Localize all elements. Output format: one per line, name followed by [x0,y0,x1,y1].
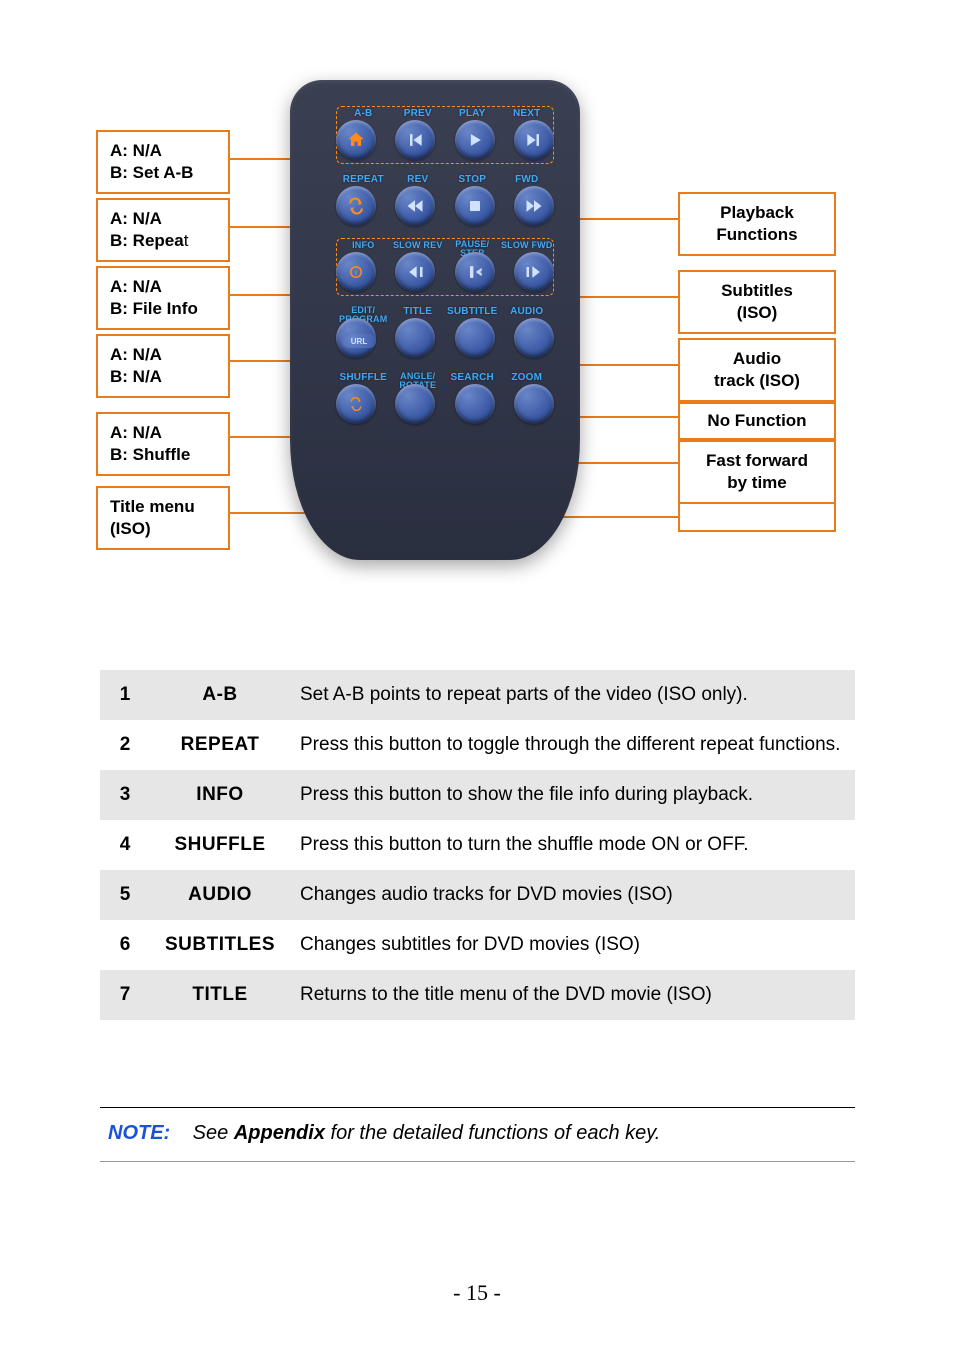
callout-line: B: N/A [110,366,216,388]
callout-line: A: N/A [110,422,216,444]
btn-label: NEXT [500,108,555,119]
page-number: - 15 - [0,1280,954,1306]
row-desc: Press this button to toggle through the … [290,720,855,770]
callout-shuffle: A: N/A B: Shuffle [96,412,230,476]
callout-line: A: N/A [110,276,216,298]
row-number: 6 [100,920,150,970]
callout-ff-time: Fast forward by time [678,440,836,504]
pause-step-icon[interactable] [455,252,495,292]
row-number: 3 [100,770,150,820]
row-key: REPEAT [150,720,290,770]
shuffle-icon[interactable] [336,384,376,424]
callout-no-function: No Function [678,402,836,440]
rev-icon[interactable] [395,186,435,226]
svg-text:i: i [355,268,358,277]
audio-button[interactable] [514,318,554,358]
callout-line: track (ISO) [692,370,822,392]
note-box: NOTE: See Appendix for the detailed func… [100,1107,855,1162]
btn-label: PREV [391,108,446,119]
callout-audio: Audio track (ISO) [678,338,836,402]
slow-rev-icon[interactable] [395,252,435,292]
callout-a-b: A: N/A B: Set A-B [96,130,230,194]
note-text: See Appendix for the detailed functions … [193,1122,661,1144]
table-row: 1 A-B Set A-B points to repeat parts of … [100,670,855,720]
next-icon[interactable] [514,120,554,160]
callout-line: (ISO) [110,518,216,540]
remote-control: A-B PREV PLAY NEXT REPEAT REV STOP FWD [290,80,580,560]
note-label: NOTE: [108,1122,170,1144]
fwd-icon[interactable] [514,186,554,226]
callout-line: B: Set A-B [110,162,216,184]
stop-icon[interactable] [455,186,495,226]
btn-label: FWD [500,174,555,185]
row-key: AUDIO [150,870,290,920]
callout-line: Audio [692,348,822,370]
table-row: 3 INFO Press this button to show the fil… [100,770,855,820]
repeat-icon[interactable] [336,186,376,226]
callout-line: Functions [692,224,822,246]
btn-label: REPEAT [336,174,391,185]
table-row: 5 AUDIO Changes audio tracks for DVD mov… [100,870,855,920]
function-table: 1 A-B Set A-B points to repeat parts of … [100,670,855,1020]
callout-line: Fast forward [692,450,822,472]
callout-line: (ISO) [692,302,822,324]
callout-line: A: N/A [110,344,216,366]
callout-line: Playback [692,202,822,224]
callout-subtitles: Subtitles (ISO) [678,270,836,334]
callout-line: A: N/A [110,140,216,162]
table-row: 4 SHUFFLE Press this button to turn the … [100,820,855,870]
table-row: 7 TITLE Returns to the title menu of the… [100,970,855,1020]
btn-label: URL [351,337,367,346]
btn-label: A-B [336,108,391,119]
zoom-button[interactable] [514,384,554,424]
row-desc: Returns to the title menu of the DVD mov… [290,970,855,1020]
btn-label: STOP [445,174,500,185]
callout-line: No Function [692,410,822,432]
callout-line: by time [692,472,822,494]
info-icon[interactable]: i [336,252,376,292]
search-button[interactable] [455,384,495,424]
row-desc: Press this button to show the file info … [290,770,855,820]
row-number: 5 [100,870,150,920]
btn-label: PLAY [445,108,500,119]
row-desc: Changes subtitles for DVD movies (ISO) [290,920,855,970]
table-row: 6 SUBTITLES Changes subtitles for DVD mo… [100,920,855,970]
callout-playback: Playback Functions [678,192,836,256]
row-key: SUBTITLES [150,920,290,970]
callout-line: B: Repeat [110,230,216,252]
callout-empty [678,502,836,532]
callout-line: Subtitles [692,280,822,302]
angle-rotate-button[interactable] [395,384,435,424]
table-row: 2 REPEAT Press this button to toggle thr… [100,720,855,770]
row-number: 2 [100,720,150,770]
btn-label: REV [391,174,446,185]
callout-info: A: N/A B: File Info [96,266,230,330]
row-key: TITLE [150,970,290,1020]
row-number: 4 [100,820,150,870]
row-number: 7 [100,970,150,1020]
row-desc: Press this button to turn the shuffle mo… [290,820,855,870]
play-icon[interactable] [455,120,495,160]
prev-icon[interactable] [395,120,435,160]
callout-title-menu: Title menu (ISO) [96,486,230,550]
callout-line: B: File Info [110,298,216,320]
row-key: INFO [150,770,290,820]
subtitle-button[interactable] [455,318,495,358]
callout-na: A: N/A B: N/A [96,334,230,398]
row-number: 1 [100,670,150,720]
row-desc: Changes audio tracks for DVD movies (ISO… [290,870,855,920]
callout-line: Title menu [110,496,216,518]
callout-repeat: A: N/A B: Repeat [96,198,230,262]
title-button[interactable] [395,318,435,358]
home-icon[interactable] [336,120,376,160]
slow-fwd-icon[interactable] [514,252,554,292]
callout-line: A: N/A [110,208,216,230]
row-key: A-B [150,670,290,720]
row-desc: Set A-B points to repeat parts of the vi… [290,670,855,720]
row-key: SHUFFLE [150,820,290,870]
callout-line: B: Shuffle [110,444,216,466]
